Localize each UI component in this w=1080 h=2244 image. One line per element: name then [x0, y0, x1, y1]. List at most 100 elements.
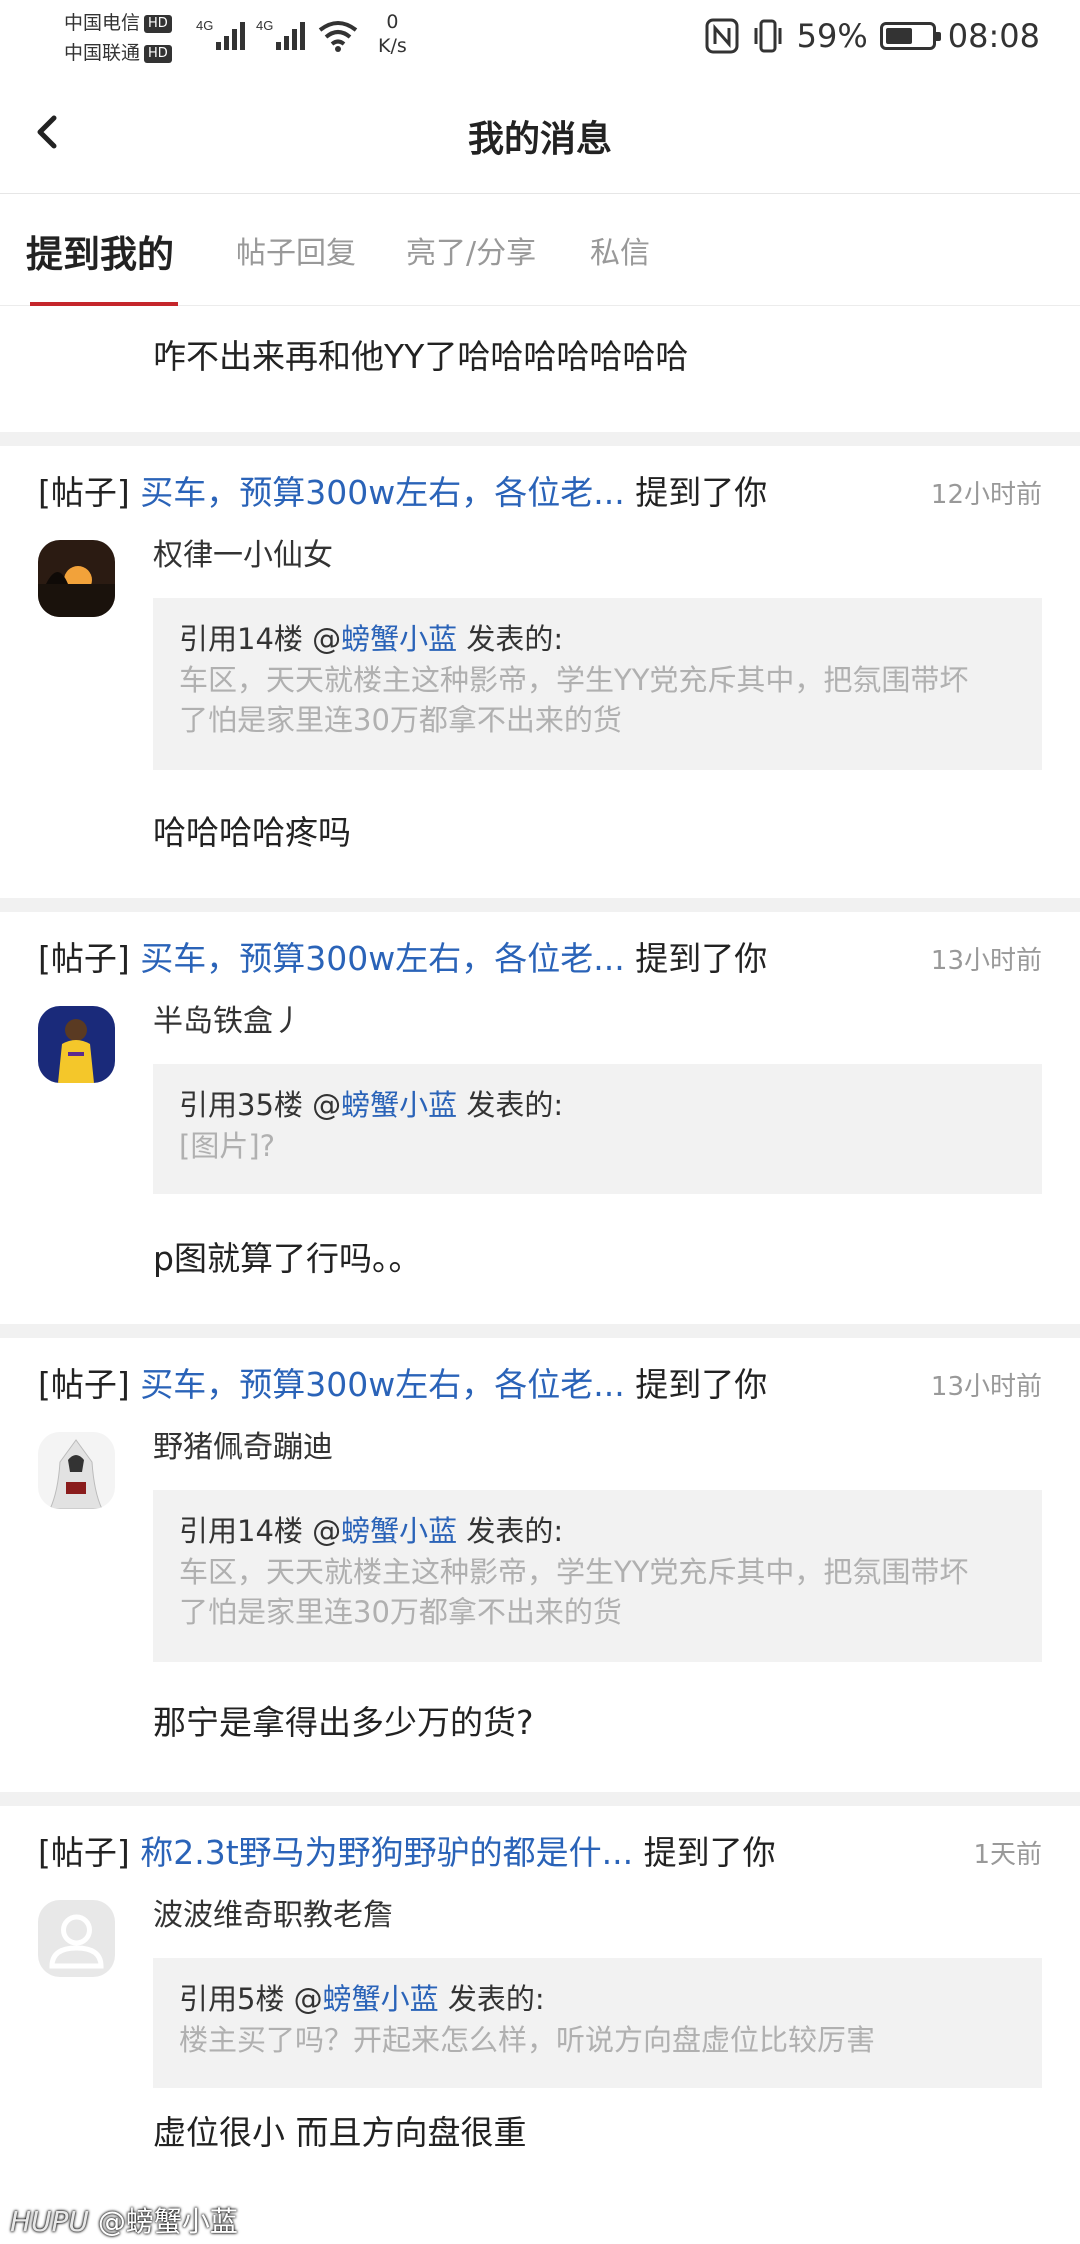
quote-text: [图片]?: [179, 1129, 276, 1163]
quote-header: 引用14楼 @螃蟹小蓝 发表的:: [179, 618, 1016, 660]
hd-badge: HD: [144, 45, 172, 63]
wifi-icon: [318, 21, 358, 52]
quote-floor: 引用14楼 @: [179, 1514, 342, 1548]
quote-user-link[interactable]: 螃蟹小蓝: [341, 622, 457, 656]
avatar[interactable]: [38, 540, 115, 617]
quote-user-link[interactable]: 螃蟹小蓝: [341, 1088, 457, 1122]
quote-user-link[interactable]: 螃蟹小蓝: [323, 1982, 439, 2016]
list-item[interactable]: [帖子] 称2.3t野马为野狗野驴的都是什... 提到了你 1天前 波波维奇职教…: [0, 1806, 1080, 2152]
timestamp: 1天前: [973, 1840, 1042, 1870]
vibrate-icon: [754, 19, 782, 53]
reply-text: 哈哈哈哈疼吗: [153, 813, 351, 852]
quote-floor: 引用5楼 @: [179, 1982, 323, 2016]
post-tag: [帖子]: [38, 939, 130, 978]
signal-icon: 4G: [256, 18, 305, 50]
username[interactable]: 波波维奇职教老詹: [153, 1890, 393, 1934]
battery-icon: [879, 22, 941, 50]
post-title-link[interactable]: 买车，预算300w左右，各位老...: [140, 473, 624, 512]
quote-floor: 引用35楼 @: [179, 1088, 342, 1122]
post-tag: [帖子]: [38, 473, 130, 512]
reply-text: 那宁是拿得出多少万的货?: [153, 1703, 534, 1742]
quote-suffix: 发表的:: [438, 1982, 545, 2016]
nav-bar: 我的消息: [0, 72, 1080, 194]
list-item[interactable]: [帖子] 买车，预算300w左右，各位老... 提到了你 13小时前 野猪佩奇蹦…: [0, 1338, 1080, 1792]
hd-badge: HD: [144, 15, 172, 33]
tab-post-replies[interactable]: 帖子回复: [236, 228, 356, 272]
post-title-link[interactable]: 买车，预算300w左右，各位老...: [140, 1365, 624, 1404]
carrier-info: 中国电信 HD 中国联通 HD: [64, 8, 172, 68]
divider: [0, 1324, 1080, 1338]
avatar[interactable]: [38, 1432, 115, 1509]
quote-text: 楼主买了吗？开起来怎么样，听说方向盘虚位比较厉害: [179, 2023, 876, 2057]
quote-suffix: 发表的:: [457, 622, 564, 656]
post-tag: [帖子]: [38, 1833, 130, 1872]
status-right: 59% 08:08: [705, 14, 1040, 58]
quote-header: 引用35楼 @螃蟹小蓝 发表的:: [179, 1084, 1016, 1126]
post-title-link[interactable]: 买车，预算300w左右，各位老...: [140, 939, 624, 978]
quote-suffix: 发表的:: [457, 1514, 564, 1548]
list-item[interactable]: 咋不出来再和他YY了哈哈哈哈哈哈哈: [0, 306, 1080, 432]
quote-text: 车区，天天就楼主这种影帝，学生YY党充斥其中，把氛围带坏: [179, 1555, 969, 1589]
svg-text:4G: 4G: [196, 18, 213, 33]
quote-header: 引用14楼 @螃蟹小蓝 发表的:: [179, 1510, 1016, 1552]
card-header: [帖子] 买车，预算300w左右，各位老... 提到了你: [38, 1358, 1042, 1408]
message-list: 咋不出来再和他YY了哈哈哈哈哈哈哈 [帖子] 买车，预算300w左右，各位老..…: [0, 306, 1080, 2152]
mention-text: 提到了你: [635, 473, 768, 512]
quote-block: 引用5楼 @螃蟹小蓝 发表的: 楼主买了吗？开起来怎么样，听说方向盘虚位比较厉害: [153, 1958, 1042, 2088]
reply-text: 虚位很小 而且方向盘很重: [153, 2113, 527, 2152]
tab-mentions[interactable]: 提到我的: [26, 224, 174, 278]
watermark-brand: HUPU: [10, 2205, 89, 2238]
card-header: [帖子] 买车，预算300w左右，各位老... 提到了你: [38, 932, 1042, 982]
mention-text: 提到了你: [635, 939, 768, 978]
reply-text: 咋不出来再和他YY了哈哈哈哈哈哈哈: [153, 337, 689, 376]
speed-value: 0: [386, 11, 399, 33]
reply-text: p图就算了行吗。。: [153, 1239, 422, 1278]
post-tag: [帖子]: [38, 1365, 130, 1404]
signal-icon: 4G: [196, 18, 245, 50]
avatar[interactable]: [38, 1900, 115, 1977]
post-title-link[interactable]: 称2.3t野马为野狗野驴的都是什...: [140, 1833, 633, 1872]
mention-text: 提到了你: [635, 1365, 768, 1404]
divider: [0, 432, 1080, 446]
divider: [0, 898, 1080, 912]
quote-user-link[interactable]: 螃蟹小蓝: [341, 1514, 457, 1548]
quote-block: 引用14楼 @螃蟹小蓝 发表的: 车区，天天就楼主这种影帝，学生YY党充斥其中，…: [153, 598, 1042, 770]
quote-block: 引用14楼 @螃蟹小蓝 发表的: 车区，天天就楼主这种影帝，学生YY党充斥其中，…: [153, 1490, 1042, 1662]
quote-floor: 引用14楼 @: [179, 622, 342, 656]
battery-percent: 59%: [796, 17, 868, 55]
carrier-2: 中国联通: [64, 42, 141, 64]
card-header: [帖子] 买车，预算300w左右，各位老... 提到了你: [38, 466, 1042, 516]
quote-block: 引用35楼 @螃蟹小蓝 发表的: [图片]?: [153, 1064, 1042, 1194]
mention-text: 提到了你: [643, 1833, 776, 1872]
avatar[interactable]: [38, 1006, 115, 1083]
nfc-icon: [705, 18, 739, 54]
page-title: 我的消息: [467, 119, 612, 160]
quote-header: 引用5楼 @螃蟹小蓝 发表的:: [179, 1978, 1016, 2020]
tab-bar: 提到我的 帖子回复 亮了/分享 私信: [0, 194, 1080, 306]
card-header: [帖子] 称2.3t野马为野狗野驴的都是什... 提到了你: [38, 1826, 1042, 1876]
tab-likes-shares[interactable]: 亮了/分享: [406, 228, 536, 272]
network-speed: 0 K/s: [378, 10, 407, 58]
quote-text: 了怕是家里连30万都拿不出来的货: [179, 1595, 622, 1629]
list-item[interactable]: [帖子] 买车，预算300w左右，各位老... 提到了你 13小时前 半岛铁盒丿…: [0, 912, 1080, 1324]
carrier-1: 中国电信: [64, 12, 141, 34]
list-item[interactable]: [帖子] 买车，预算300w左右，各位老... 提到了你 12小时前 权律一小仙…: [0, 446, 1080, 898]
username[interactable]: 野猪佩奇蹦迪: [153, 1422, 333, 1466]
quote-suffix: 发表的:: [457, 1088, 564, 1122]
username[interactable]: 权律一小仙女: [153, 530, 333, 574]
speed-unit: K/s: [378, 35, 407, 57]
quote-text: 了怕是家里连30万都拿不出来的货: [179, 703, 622, 737]
timestamp: 12小时前: [930, 480, 1042, 510]
default-avatar-icon: [38, 1900, 115, 1977]
status-bar: 中国电信 HD 中国联通 HD 4G 4G 0 K/s 59% 08:08: [0, 0, 1080, 72]
divider: [0, 1792, 1080, 1806]
tab-private-messages[interactable]: 私信: [590, 228, 650, 272]
battery-fill: [885, 28, 912, 44]
clock: 08:08: [947, 17, 1040, 55]
timestamp: 13小时前: [930, 1372, 1042, 1402]
timestamp: 13小时前: [930, 946, 1042, 976]
username[interactable]: 半岛铁盒丿: [153, 996, 303, 1040]
watermark: HUPU @螃蟹小蓝: [10, 2200, 238, 2240]
watermark-user: @螃蟹小蓝: [97, 2205, 238, 2238]
quote-text: 车区，天天就楼主这种影帝，学生YY党充斥其中，把氛围带坏: [179, 663, 969, 697]
